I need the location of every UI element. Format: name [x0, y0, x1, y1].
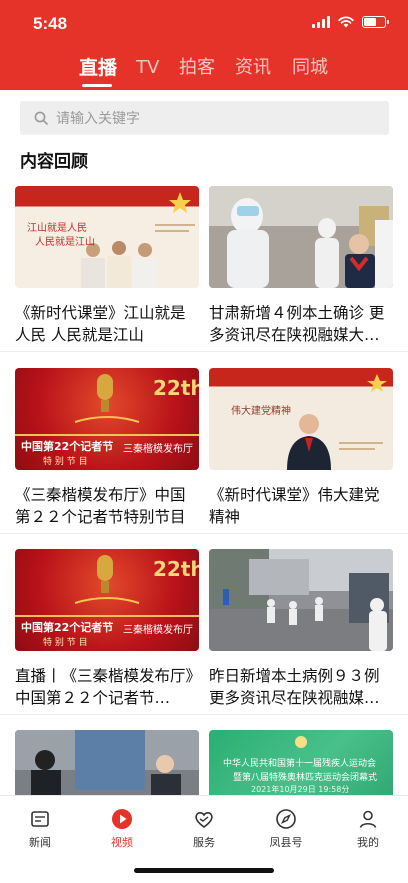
video-title[interactable]: 《新时代课堂》伟大建党精神	[209, 484, 393, 528]
thumbnail-caption-line: 22th	[153, 376, 199, 400]
home-indicator[interactable]	[134, 868, 274, 873]
video-thumbnail[interactable]	[209, 549, 393, 651]
cellular-signal-icon	[312, 16, 330, 28]
thumbnail-caption-line: 暨第八届特殊奥林匹克运动会闭幕式	[233, 773, 378, 783]
nav-service[interactable]: 服务	[174, 808, 234, 850]
thumbnail-caption-line: 特 别 节 目	[43, 638, 88, 648]
nav-label: 新闻	[29, 836, 51, 849]
section-title: 内容回顾	[20, 152, 88, 172]
thumbnail-caption-line: 22th	[153, 557, 199, 581]
nav-label: 视频	[111, 836, 133, 849]
nav-fengxian[interactable]: 凤县号	[256, 808, 316, 850]
status-icons	[312, 16, 389, 28]
nav-label: 服务	[193, 836, 215, 849]
row-divider	[0, 351, 408, 352]
nav-label: 凤县号	[269, 836, 303, 849]
profile-icon	[359, 810, 377, 828]
tab-live[interactable]: 直播	[79, 56, 117, 80]
video-title[interactable]: 直播丨《三秦楷模发布厅》中国第２２个记者节…	[15, 665, 199, 709]
search-icon	[34, 111, 48, 125]
video-title[interactable]: 昨日新增本土病例９３例 更多资讯尽在陕视融媒…	[209, 665, 393, 709]
thumbnail-caption-line: 三秦楷模发布厅	[123, 625, 193, 636]
news-icon	[31, 811, 49, 827]
thumbnail-caption-line: 伟大建党精神	[231, 406, 291, 417]
row-divider	[0, 533, 408, 534]
thumbnail-caption-line: 中国第22个记者节	[21, 440, 114, 453]
active-tab-indicator	[82, 84, 112, 87]
channel-tabs: 直播 TV 拍客 资讯 同城	[0, 56, 408, 87]
compass-icon	[276, 809, 296, 829]
video-title[interactable]: 甘肃新增４例本土确诊 更多资讯尽在陕视融媒大…	[209, 302, 393, 346]
app-header: 5:48 直播 TV 拍客 资讯 同城	[0, 0, 408, 90]
nav-mine[interactable]: 我的	[338, 808, 398, 850]
nav-label: 我的	[357, 836, 379, 849]
video-thumbnail[interactable]: 22th 中国第22个记者节 三秦楷模发布厅 特 别 节 目	[15, 549, 199, 651]
nav-video[interactable]: 视频	[92, 808, 152, 850]
video-thumbnail[interactable]	[209, 186, 393, 288]
service-heart-icon	[195, 812, 213, 828]
thumbnail-caption-line: 特 别 节 目	[43, 457, 88, 467]
thumbnail-caption-line: 中华人民共和国第十一届残疾人运动会	[223, 759, 377, 769]
tab-news[interactable]: 资讯	[235, 56, 271, 80]
thumbnail-caption-line: 2021年10月29日 19:58分	[251, 785, 350, 794]
video-play-icon	[112, 809, 132, 829]
thumbnail-caption-line: 中国第22个记者节	[21, 621, 114, 634]
nav-news[interactable]: 新闻	[10, 808, 70, 850]
search-placeholder: 请输入关键字	[56, 111, 140, 127]
video-title[interactable]: 《三秦楷模发布厅》中国第２２个记者节特别节目	[15, 484, 199, 528]
row-divider	[0, 714, 408, 715]
video-title[interactable]: 《新时代课堂》江山就是人民 人民就是江山	[15, 302, 199, 346]
thumbnail-caption-line: 三秦楷模发布厅	[123, 444, 193, 455]
video-thumbnail[interactable]: 22th 中国第22个记者节 三秦楷模发布厅 特 别 节 目	[15, 368, 199, 470]
battery-icon	[362, 16, 389, 28]
thumbnail-caption-line: 人民就是江山	[35, 237, 95, 248]
status-bar: 5:48	[0, 0, 408, 48]
tab-local[interactable]: 同城	[292, 56, 328, 80]
thumbnail-caption-line: 江山就是人民	[27, 223, 87, 234]
tab-paike[interactable]: 拍客	[179, 56, 215, 80]
video-thumbnail[interactable]: 江山就是人民 人民就是江山	[15, 186, 199, 288]
status-time: 5:48	[33, 14, 68, 33]
tab-tv[interactable]: TV	[136, 56, 159, 80]
wifi-icon	[338, 16, 354, 28]
search-bar[interactable]: 请输入关键字	[20, 101, 389, 135]
video-thumbnail[interactable]: 伟大建党精神	[209, 368, 393, 470]
